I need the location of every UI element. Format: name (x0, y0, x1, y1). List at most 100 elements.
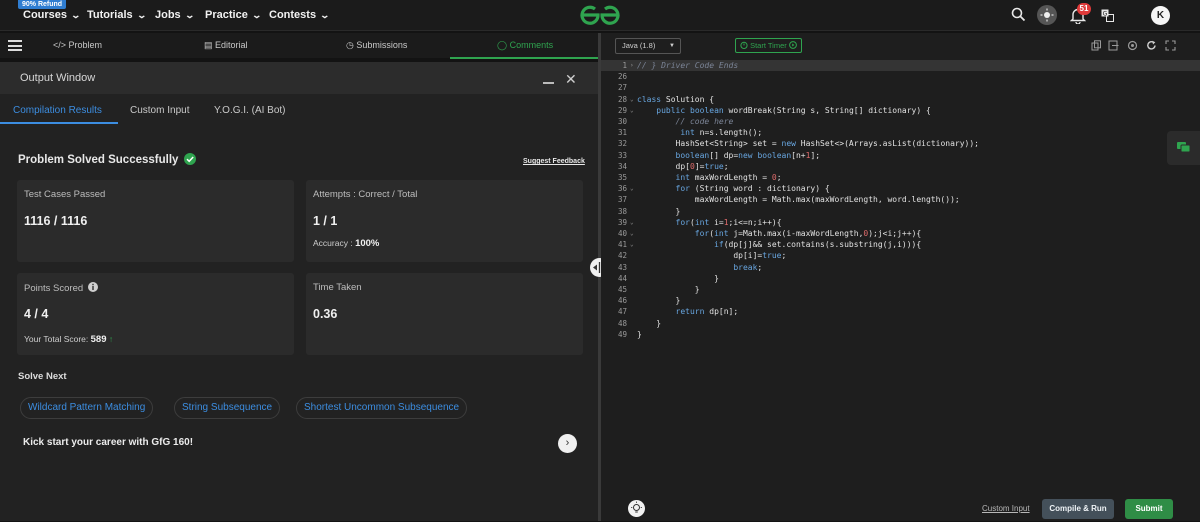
code-line[interactable]: 44 } (601, 273, 1200, 284)
attempts-label: Attempts : Correct / Total (313, 189, 418, 200)
code-line[interactable]: 36 ⌄ for (String word : dictionary) { (601, 183, 1200, 194)
line-number: 47 (617, 307, 627, 317)
code-line[interactable]: 32 HashSet<String> set = new HashSet<>(A… (601, 138, 1200, 149)
code-line[interactable]: 37 maxWordLength = Math.max(maxWordLengt… (601, 194, 1200, 205)
code-text: } (637, 296, 681, 306)
code-line[interactable]: 39 ⌄ for(int i=1;i<=n;i++){ (601, 217, 1200, 228)
code-line[interactable]: 31 int n=s.length(); (601, 127, 1200, 138)
suggest-feedback-link[interactable]: Suggest Feedback (523, 158, 585, 165)
code-text: class Solution { (637, 94, 715, 104)
tab-editorial[interactable]: ▤ Editorial (204, 40, 248, 51)
gfg-logo-icon[interactable] (579, 4, 621, 26)
code-line[interactable]: 40 ⌄ for(int j=Math.max(i-maxWordLength,0… (601, 228, 1200, 239)
check-circle-icon (183, 153, 196, 165)
solve-next-chip[interactable]: Wildcard Pattern Matching (20, 397, 154, 419)
active-tab-indicator (450, 57, 598, 59)
language-select[interactable]: Java (1.8) ▼ (615, 38, 681, 54)
nav-tutorials[interactable]: Tutorials ⌄ (87, 9, 147, 21)
code-line[interactable]: 28 ⌄ class Solution { (601, 94, 1200, 105)
test-cases-value: 1116 / 1116 (24, 214, 88, 228)
settings-icon[interactable] (1127, 40, 1138, 51)
chat-button[interactable] (1167, 131, 1200, 165)
nav-jobs[interactable]: Jobs ⌄ (155, 9, 195, 21)
code-line[interactable]: 29 ⌄ public boolean wordBreak(String s, S… (601, 105, 1200, 116)
code-line[interactable]: 46 } (601, 295, 1200, 306)
points-card: Points Scored 4 / 4 Your Total Score: 58… (17, 273, 294, 355)
copy-icon[interactable] (1091, 40, 1102, 51)
tab-yogi-ai-bot[interactable]: Y.O.G.I. (AI Bot) (214, 105, 286, 116)
theme-toggle-icon[interactable] (1037, 5, 1057, 25)
code-text: dp[0]=true; (637, 161, 729, 171)
minimize-icon[interactable] (543, 82, 554, 84)
tab-submissions[interactable]: ◷ Submissions (346, 40, 407, 51)
line-number: 31 (617, 128, 627, 138)
code-text: } (637, 318, 662, 328)
avatar[interactable]: K (1151, 6, 1170, 25)
code-line[interactable]: 42 dp[i]=true; (601, 250, 1200, 261)
submit-button[interactable]: Submit (1125, 499, 1173, 519)
code-line[interactable]: 47 return dp[n]; (601, 306, 1200, 317)
line-number: 44 (617, 273, 627, 283)
fold-chevron-icon[interactable]: ⌄ (630, 228, 634, 239)
start-timer-button[interactable]: Start Timer (735, 38, 802, 53)
nav-courses[interactable]: Courses ⌄ (23, 9, 81, 21)
solve-next-chip[interactable]: String Subsequence (174, 397, 281, 419)
fullscreen-icon[interactable] (1165, 40, 1176, 51)
solve-next-chip[interactable]: Shortest Uncommon Subsequence (296, 397, 468, 419)
code-line[interactable]: 1 ›// } Driver Code Ends (601, 60, 1200, 72)
line-number: 26 (617, 72, 627, 82)
line-number: 49 (617, 329, 627, 339)
line-number: 42 (617, 251, 627, 261)
menu-icon[interactable] (8, 40, 22, 51)
line-number: 29 (617, 105, 627, 115)
code-line[interactable]: 48 } (601, 318, 1200, 329)
code-line[interactable]: 33 boolean[] dp=new boolean[n+1]; (601, 150, 1200, 161)
chevron-down-icon: ⌄ (184, 10, 195, 20)
code-line[interactable]: 38 } (601, 206, 1200, 217)
fold-chevron-icon[interactable]: ⌄ (630, 217, 634, 228)
translate-icon[interactable]: G (1101, 9, 1114, 22)
code-editor-panel: Java (1.8) ▼ Start Timer 1 ›// } Driver Co… (601, 33, 1200, 521)
close-icon[interactable]: ✕ (565, 71, 577, 88)
nav-practice[interactable]: Practice ⌄ (205, 9, 262, 21)
code-line[interactable]: 41 ⌄ if(dp[j]&& set.contains(s.substring(… (601, 239, 1200, 250)
document-icon: ▤ (204, 40, 213, 50)
code-text: for (String word : dictionary) { (675, 184, 830, 194)
search-icon[interactable] (1011, 7, 1026, 22)
reset-icon[interactable] (1146, 40, 1157, 51)
code-line[interactable]: 45 } (601, 284, 1200, 295)
code-text: } (637, 206, 681, 216)
fold-chevron-icon[interactable]: › (630, 60, 634, 71)
custom-input-link[interactable]: Custom Input (982, 504, 1030, 513)
code-line[interactable]: 49} (601, 329, 1200, 340)
code-line[interactable]: 35 int maxWordLength = 0; (601, 172, 1200, 183)
tab-custom-input[interactable]: Custom Input (130, 105, 189, 116)
code-line[interactable]: 34 dp[0]=true; (601, 161, 1200, 172)
chevron-down-icon: ⌄ (251, 10, 262, 20)
code-area[interactable]: 1 ›// } Driver Code Ends 26 27 28 ⌄ class Solu… (601, 58, 1200, 373)
fold-chevron-icon[interactable]: ⌄ (630, 105, 634, 116)
fold-chevron-icon[interactable]: ⌄ (630, 239, 634, 250)
line-number: 30 (617, 117, 627, 126)
tab-comments[interactable]: ◯ Comments (497, 40, 553, 51)
editor-toolbar: Java (1.8) ▼ Start Timer (601, 33, 1200, 58)
tab-compilation-results[interactable]: Compilation Results (13, 105, 102, 116)
code-line[interactable]: 30 // code here (601, 116, 1200, 127)
fold-chevron-icon[interactable]: ⌄ (630, 183, 634, 194)
info-icon[interactable] (87, 282, 98, 292)
code-text: return dp[n]; (675, 307, 739, 317)
line-number: 33 (617, 150, 627, 160)
lightbulb-icon[interactable] (628, 500, 645, 517)
tab-problem[interactable]: </> Problem (53, 40, 102, 50)
chevron-right-icon[interactable]: › (558, 434, 577, 453)
comment-icon: ◯ (497, 40, 508, 50)
nav-contests[interactable]: Contests ⌄ (269, 9, 330, 21)
fold-chevron-icon[interactable]: ⌄ (630, 94, 634, 105)
code-text: } (637, 329, 642, 339)
code-line[interactable]: 43 break; (601, 262, 1200, 273)
code-line[interactable]: 27 (601, 82, 1200, 93)
compile-run-button[interactable]: Compile & Run (1042, 499, 1114, 519)
code-line[interactable]: 26 (601, 71, 1200, 82)
code-text: if(dp[j]&& set.contains(s.substring(j,i)… (714, 240, 922, 250)
export-icon[interactable] (1108, 40, 1119, 51)
